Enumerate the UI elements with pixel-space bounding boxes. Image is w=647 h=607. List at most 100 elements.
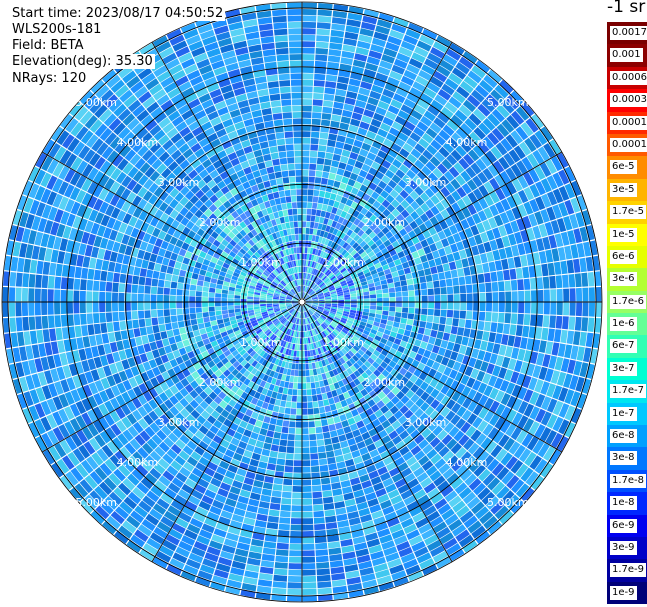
beta-gate (335, 141, 345, 149)
beta-gate (587, 272, 595, 287)
beta-gate (266, 522, 279, 530)
beta-gate (302, 60, 315, 67)
beta-gate (321, 484, 332, 491)
beta-gate (146, 326, 154, 335)
beta-gate (269, 417, 277, 425)
beta-gate (324, 158, 332, 166)
beta-gate (430, 266, 438, 275)
beta-gate (214, 297, 221, 302)
beta-gate (302, 498, 313, 505)
beta-gate (329, 36, 344, 44)
beta-gate (112, 282, 119, 292)
beta-gate (329, 430, 338, 438)
beta-gate (344, 297, 351, 300)
beta-gate (363, 305, 370, 309)
beta-gate (263, 416, 271, 424)
beta-gate (396, 302, 402, 307)
beta-gate (258, 573, 273, 581)
beta-gate (289, 375, 294, 383)
beta-gate (313, 375, 319, 382)
beta-gate (203, 316, 210, 323)
beta-gate (491, 312, 499, 323)
beta-gate (588, 287, 595, 302)
beta-gate (382, 293, 389, 298)
beta-gate (330, 475, 340, 484)
beta-gate (434, 302, 441, 309)
beta-gate (389, 306, 396, 312)
beta-gate (320, 386, 326, 394)
beta-gate (338, 434, 347, 442)
beta-gate (86, 302, 93, 313)
beta-gate (260, 494, 271, 503)
beta-gate (304, 344, 307, 351)
beta-gate (319, 464, 329, 472)
beta-gate (327, 139, 336, 147)
beta-gate (547, 262, 555, 276)
beta-gate (227, 302, 234, 306)
beta-gate (329, 166, 338, 174)
beta-gate (28, 288, 35, 302)
beta-gate (120, 330, 129, 340)
beta-gate (164, 280, 171, 288)
beta-gate (490, 271, 498, 282)
beta-gate (299, 351, 302, 357)
beta-gate (290, 530, 302, 538)
beta-gate (475, 264, 484, 274)
beta-gate (195, 302, 202, 308)
beta-gate (289, 414, 296, 421)
beta-gate (494, 333, 503, 344)
beta-gate (414, 308, 421, 315)
beta-gate (302, 208, 307, 215)
beta-gate (260, 304, 266, 307)
beta-gate (312, 99, 323, 106)
beta-gate (302, 150, 310, 157)
beta-gate (461, 336, 469, 346)
beta-gate (575, 287, 583, 302)
beta-gate (573, 331, 581, 346)
beta-gate (283, 478, 293, 486)
beta-gate (414, 257, 422, 265)
beta-gate (402, 307, 409, 313)
beta-gate (95, 258, 103, 270)
beta-gate (302, 389, 307, 396)
beta-gate (60, 289, 67, 302)
beta-gate (478, 283, 486, 293)
beta-gate (131, 293, 138, 302)
beta-gate (108, 261, 116, 272)
beta-gate (520, 337, 528, 350)
beta-gate (302, 376, 307, 383)
beta-gate (422, 334, 430, 343)
beta-gate (316, 574, 331, 582)
beta-gate (438, 272, 446, 280)
beta-gate (171, 274, 179, 282)
beta-gate (170, 281, 178, 289)
beta-gate (306, 389, 312, 396)
beta-gate (505, 302, 512, 313)
beta-gate (113, 321, 120, 332)
beta-gate (321, 419, 328, 427)
beta-gate (294, 453, 302, 460)
beta-gate (323, 100, 334, 108)
beta-gate (420, 282, 427, 290)
beta-gate (332, 488, 343, 496)
beta-gate (279, 510, 291, 518)
beta-gate (215, 310, 222, 316)
beta-gate (302, 505, 313, 512)
beta-gate (350, 304, 357, 308)
beta-gate (135, 258, 143, 268)
beta-gate (282, 420, 290, 427)
beta-gate (118, 302, 125, 312)
beta-gate (189, 302, 196, 308)
beta-gate (138, 276, 146, 286)
beta-gate (55, 263, 63, 277)
beta-gate (322, 490, 333, 498)
beta-gate (463, 328, 471, 338)
beta-gate (431, 323, 439, 331)
beta-gate (271, 411, 279, 419)
beta-gate (315, 48, 329, 55)
beta-gate (574, 316, 582, 331)
beta-gate (191, 324, 199, 331)
beta-gate (118, 283, 126, 293)
beta-gate (530, 302, 538, 314)
beta-gate (313, 80, 325, 87)
